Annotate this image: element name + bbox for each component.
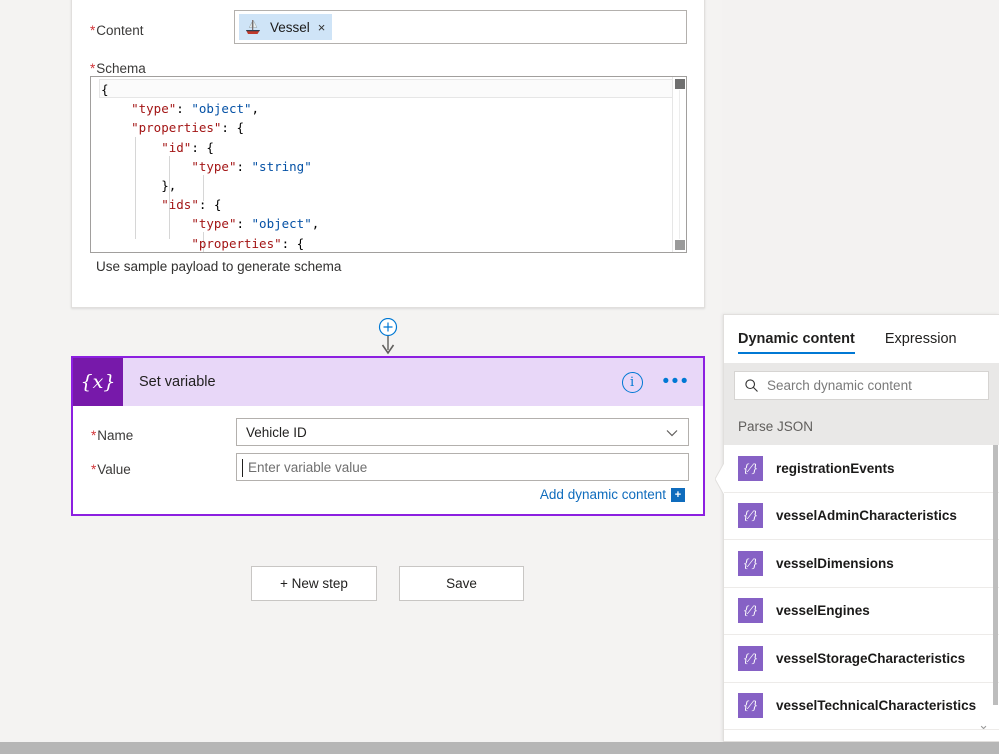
list-item[interactable]: {⁄} vesselAdminCharacteristics [724, 492, 999, 540]
bottom-bar [0, 742, 999, 754]
code-line: "ids": { [161, 197, 222, 213]
chevron-down-icon[interactable] [665, 426, 679, 440]
required-asterisk: * [91, 428, 97, 443]
list-item[interactable]: {⁄} vesselStorageCharacteristics [724, 635, 999, 683]
use-sample-payload-link[interactable]: Use sample payload to generate schema [96, 259, 341, 274]
content-input[interactable]: Vessel × [234, 10, 687, 44]
save-button[interactable]: Save [399, 566, 524, 601]
list-item-label: vesselStorageCharacteristics [776, 650, 966, 666]
add-dynamic-content-link[interactable]: Add dynamic content + [540, 487, 685, 502]
token-remove-icon[interactable]: × [318, 20, 326, 35]
search-icon [745, 378, 758, 392]
search-placeholder-text: Search dynamic content [767, 377, 912, 393]
scroll-down-arrow-icon[interactable] [675, 240, 685, 250]
text-caret [242, 459, 243, 477]
parse-json-card: *Content Vessel × *Schema { "type": "obj… [71, 0, 705, 308]
dynamic-token-vessel[interactable]: Vessel × [239, 14, 333, 40]
required-asterisk: * [91, 462, 97, 477]
set-variable-card-header[interactable]: {x} Set variable i ••• [73, 358, 703, 406]
code-line: { [101, 82, 109, 97]
code-line: }, [101, 177, 177, 193]
name-field-label: *Name [91, 428, 133, 443]
list-item[interactable]: {⁄} registrationEvents [724, 445, 999, 493]
schema-code-editor[interactable]: { "type": "object", "properties": { "id"… [90, 76, 687, 253]
expression-token-icon: {⁄} [738, 645, 763, 671]
schema-scrollbar[interactable] [672, 77, 686, 252]
token-label: Vessel [270, 19, 310, 35]
schema-field-label: *Schema [90, 61, 146, 76]
code-line: "id": { [161, 139, 214, 155]
expression-token-icon: {⁄} [738, 693, 763, 719]
value-field-label: *Value [91, 462, 131, 477]
card-header-actions: i ••• [621, 358, 690, 406]
add-step-connector[interactable] [374, 317, 402, 358]
list-item[interactable]: {⁄} vesselDimensions [724, 540, 999, 588]
code-line: "type": "string" [191, 158, 312, 174]
list-item-label: vesselEngines [776, 603, 870, 619]
dynamic-content-panel: Dynamic content Expression Search dynami… [715, 314, 999, 742]
panel-search-area: Search dynamic content [724, 363, 999, 407]
list-item[interactable]: {⁄} vesselEngines [724, 587, 999, 635]
variable-value-placeholder: Enter variable value [248, 459, 368, 475]
variable-value-input[interactable]: Enter variable value [236, 453, 689, 481]
scrollbar-track [679, 90, 680, 239]
content-field-label: *Content [90, 23, 144, 38]
variable-name-value: Vehicle ID [246, 424, 307, 440]
panel-section-header: Parse JSON [724, 407, 999, 445]
tab-expression[interactable]: Expression [885, 315, 957, 363]
set-variable-card: {x} Set variable i ••• *Name Vehicle ID … [71, 356, 705, 516]
chevron-down-icon[interactable]: ⌄ [978, 717, 989, 733]
info-icon[interactable]: i [621, 371, 643, 393]
new-step-button[interactable]: + New step [251, 566, 377, 601]
set-variable-icon: {x} [73, 358, 123, 406]
list-item-label: registrationEvents [776, 460, 895, 476]
schema-label-text: Schema [96, 61, 146, 76]
code-line: "properties": { [131, 120, 244, 136]
add-dynamic-plus-icon[interactable]: + [671, 487, 685, 502]
code-line: "properties": { [191, 235, 305, 251]
required-asterisk: * [90, 61, 96, 76]
code-line: "type": "object", [191, 216, 320, 232]
dynamic-content-list[interactable]: {⁄} registrationEvents {⁄} vesselAdminChara… [724, 445, 999, 741]
boat-icon [246, 20, 260, 34]
panel-scrollbar-thumb[interactable] [993, 445, 998, 705]
scroll-up-arrow-icon[interactable] [675, 79, 685, 89]
search-dynamic-content-input[interactable]: Search dynamic content [734, 370, 989, 400]
list-item-label: vesselDimensions [776, 555, 894, 571]
list-item-label: vesselAdminCharacteristics [776, 508, 957, 524]
expression-token-icon: {⁄} [738, 455, 763, 481]
variable-name-dropdown[interactable]: Vehicle ID [236, 418, 689, 446]
required-asterisk: * [90, 23, 96, 38]
flow-designer-canvas: *Content Vessel × *Schema { "type": "obj… [0, 0, 722, 742]
add-dynamic-content-label: Add dynamic content [539, 487, 666, 502]
content-label-text: Content [96, 23, 144, 38]
schema-code-text: { "type": "object", "properties": { "id"… [91, 77, 672, 252]
set-variable-title: Set variable [139, 374, 216, 390]
value-label-text: Value [97, 462, 131, 477]
list-item-label: vesselTechnicalCharacteristics [776, 698, 977, 714]
list-item[interactable]: {⁄} vesselTechnicalCharacteristics [724, 682, 999, 730]
name-label-text: Name [97, 428, 134, 443]
tab-dynamic-content[interactable]: Dynamic content [738, 315, 855, 363]
panel-tabs: Dynamic content Expression [724, 315, 999, 363]
expression-token-icon: {⁄} [738, 598, 763, 624]
panel-scrollbar[interactable] [992, 445, 999, 713]
expression-token-icon: {⁄} [738, 503, 763, 529]
code-line: "type": "object", [131, 101, 260, 117]
expression-token-icon: {⁄} [738, 550, 763, 576]
more-options-icon[interactable]: ••• [663, 372, 690, 391]
